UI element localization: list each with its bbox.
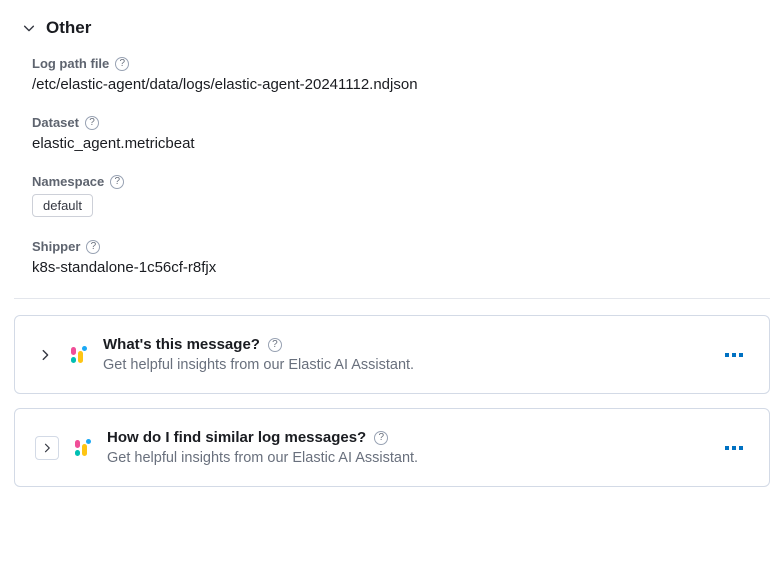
field-value: /etc/elastic-agent/data/logs/elastic-age… bbox=[32, 76, 770, 93]
chevron-down-icon[interactable] bbox=[22, 21, 36, 35]
divider bbox=[14, 298, 770, 299]
help-icon[interactable]: ? bbox=[374, 431, 388, 445]
field-value: elastic_agent.metricbeat bbox=[32, 135, 770, 152]
field-label: Shipper bbox=[32, 239, 80, 254]
help-icon[interactable]: ? bbox=[268, 338, 282, 352]
section-title: Other bbox=[46, 18, 91, 38]
card-desc: Get helpful insights from our Elastic AI… bbox=[107, 450, 707, 466]
chevron-right-icon[interactable] bbox=[35, 348, 55, 362]
ai-card-whats-this: What's this message? ? Get helpful insig… bbox=[14, 315, 770, 394]
field-namespace: Namespace ? default bbox=[32, 174, 770, 217]
help-icon[interactable]: ? bbox=[85, 116, 99, 130]
ai-card-similar-logs: How do I find similar log messages? ? Ge… bbox=[14, 408, 770, 487]
field-log-path: Log path file ? /etc/elastic-agent/data/… bbox=[32, 56, 770, 93]
field-label: Dataset bbox=[32, 115, 79, 130]
field-label: Namespace bbox=[32, 174, 104, 189]
elastic-logo-icon bbox=[73, 438, 93, 458]
more-actions-icon[interactable] bbox=[721, 442, 747, 454]
fields-container: Log path file ? /etc/elastic-agent/data/… bbox=[14, 56, 770, 276]
field-dataset: Dataset ? elastic_agent.metricbeat bbox=[32, 115, 770, 152]
help-icon[interactable]: ? bbox=[110, 175, 124, 189]
elastic-logo-icon bbox=[69, 345, 89, 365]
card-title: What's this message? bbox=[103, 336, 260, 353]
field-label: Log path file bbox=[32, 56, 109, 71]
field-value: k8s-standalone-1c56cf-r8fjx bbox=[32, 259, 770, 276]
field-shipper: Shipper ? k8s-standalone-1c56cf-r8fjx bbox=[32, 239, 770, 276]
card-desc: Get helpful insights from our Elastic AI… bbox=[103, 357, 707, 373]
namespace-badge[interactable]: default bbox=[32, 194, 93, 217]
more-actions-icon[interactable] bbox=[721, 349, 747, 361]
card-title: How do I find similar log messages? bbox=[107, 429, 366, 446]
help-icon[interactable]: ? bbox=[115, 57, 129, 71]
help-icon[interactable]: ? bbox=[86, 240, 100, 254]
chevron-right-icon[interactable] bbox=[35, 436, 59, 460]
